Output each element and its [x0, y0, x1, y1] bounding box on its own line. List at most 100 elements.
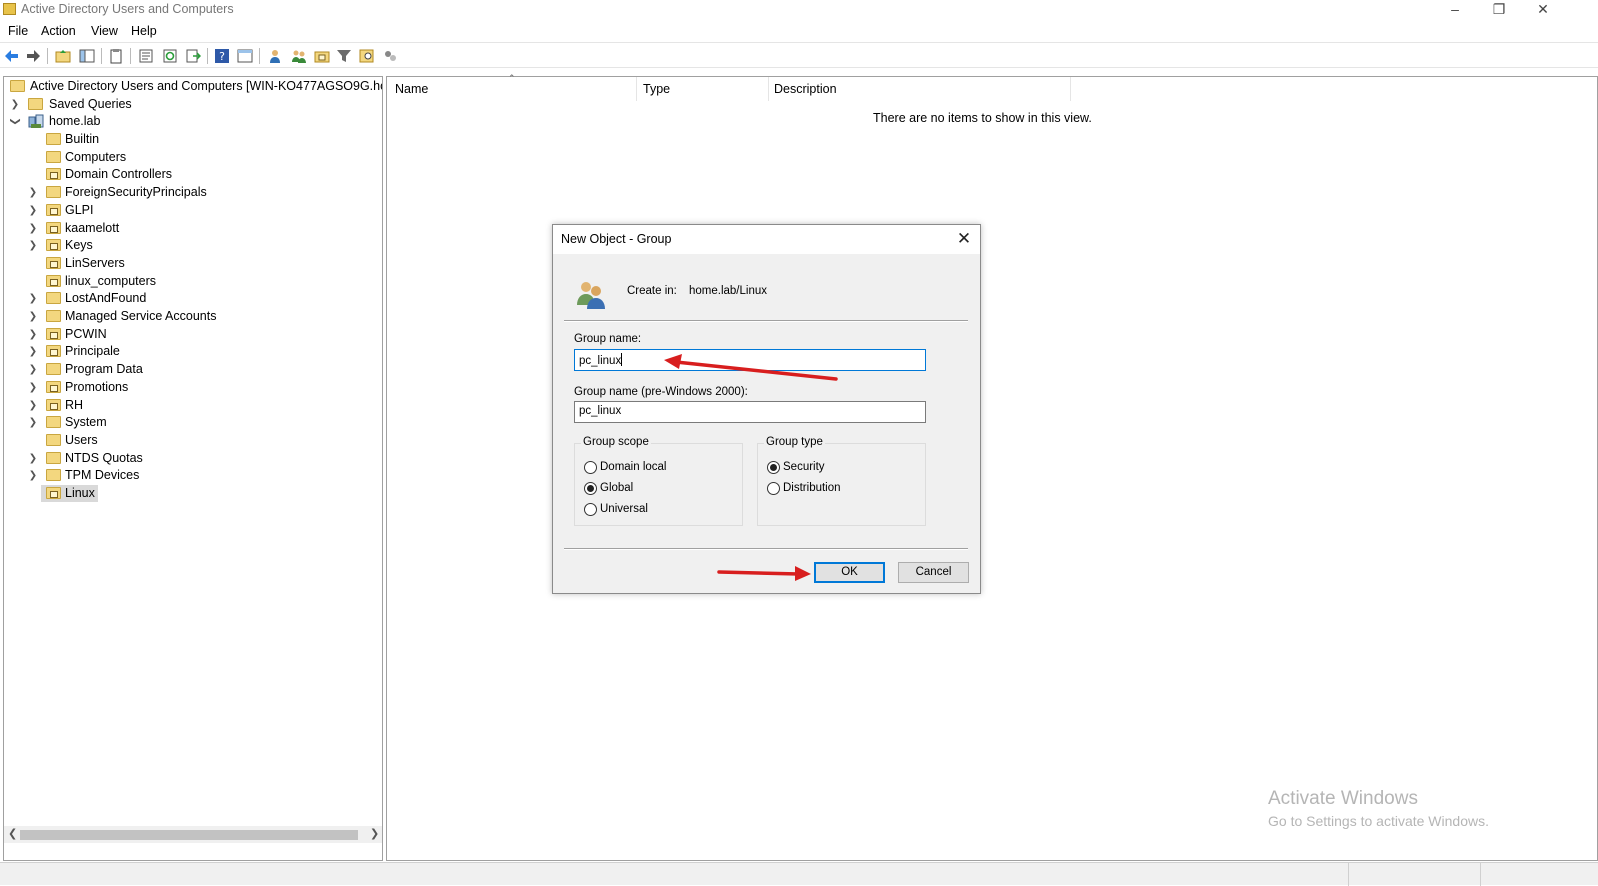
expand-chevron-icon[interactable]: ❯	[28, 220, 38, 237]
column-header-description[interactable]: Description	[774, 82, 837, 96]
tree-item-label: home.lab	[49, 114, 101, 128]
security-label[interactable]: Security	[783, 461, 825, 473]
find-icon[interactable]	[359, 48, 375, 64]
delegate-icon[interactable]	[382, 48, 398, 64]
expand-chevron-icon[interactable]: ❯	[28, 379, 38, 396]
restore-button[interactable]: ❐	[1476, 0, 1522, 20]
radio-domain-local[interactable]	[584, 461, 597, 474]
help-icon[interactable]: ?	[214, 48, 230, 64]
tree-root-label: Active Directory Users and Computers [WI…	[30, 79, 383, 93]
new-user-icon[interactable]	[267, 48, 283, 64]
show-hide-tree-icon[interactable]	[79, 48, 95, 64]
properties-icon[interactable]	[138, 48, 154, 64]
tree-item-label: TPM Devices	[65, 468, 140, 483]
distribution-label[interactable]: Distribution	[783, 482, 841, 494]
expand-chevron-icon[interactable]: ❯	[28, 343, 38, 360]
ou-folder-icon	[46, 256, 61, 269]
expand-chevron-icon[interactable]: ❯	[28, 326, 38, 343]
group-type-title: Group type	[764, 436, 825, 448]
tree-item-label: RH	[65, 397, 84, 412]
global-label[interactable]: Global	[600, 482, 633, 494]
ou-folder-icon	[46, 327, 61, 340]
tree-item-label: Domain Controllers	[65, 167, 172, 182]
tree-item-label: linux_computers	[65, 273, 157, 288]
tree-item-label: Keys	[65, 238, 93, 253]
tree-item-label: Linux	[65, 486, 95, 500]
new-group-dialog: New Object - Group ✕ Create in: home.lab…	[552, 224, 981, 594]
expand-chevron-icon[interactable]: ❯	[28, 397, 38, 414]
expand-chevron-icon[interactable]: ❯	[28, 202, 38, 219]
group-name-pre2000-input[interactable]: pc_linux	[574, 401, 926, 423]
menu-help[interactable]: Help	[131, 24, 157, 38]
radio-security[interactable]	[767, 461, 780, 474]
tree-item-label: ForeignSecurityPrincipals	[65, 185, 207, 200]
new-ou-icon[interactable]	[314, 48, 330, 64]
scroll-right-icon[interactable]: ❯	[370, 827, 379, 840]
annotation-arrow-group-name	[664, 354, 838, 381]
dialog-close-icon[interactable]: ✕	[954, 229, 974, 249]
ok-button[interactable]: OK	[814, 562, 885, 583]
column-header-type[interactable]: Type	[643, 82, 670, 96]
tree-item-label: LinServers	[65, 255, 125, 270]
clipboard-icon[interactable]	[108, 48, 124, 64]
sort-ascending-icon: ⌃	[508, 73, 516, 83]
minimize-button[interactable]: –	[1432, 0, 1478, 20]
filter-icon[interactable]	[336, 48, 352, 64]
tree-horizontal-scrollbar[interactable]: ❮ ❯	[4, 826, 382, 843]
radio-global[interactable]	[584, 482, 597, 495]
domain-icon	[28, 114, 44, 128]
tree-item-label: Principale	[65, 344, 120, 359]
tree-item-label: System	[65, 415, 107, 430]
universal-label[interactable]: Universal	[600, 503, 648, 515]
column-header-name[interactable]: Name	[395, 82, 428, 96]
cancel-button[interactable]: Cancel	[898, 562, 969, 583]
expand-chevron-icon[interactable]: ❯	[28, 237, 38, 254]
dialog-title: New Object - Group	[561, 232, 672, 246]
folder-icon	[46, 469, 61, 482]
domain-local-label[interactable]: Domain local	[600, 461, 666, 473]
radio-universal[interactable]	[584, 503, 597, 516]
activation-watermark-subtitle: Go to Settings to activate Windows.	[1268, 813, 1489, 829]
tree-item-label: PCWIN	[65, 326, 107, 341]
new-group-icon[interactable]	[291, 48, 307, 64]
menu-action[interactable]: Action	[41, 24, 76, 38]
expand-chevron-icon[interactable]: ❯	[28, 450, 38, 467]
group-name-label: Group name:	[574, 333, 642, 345]
annotation-arrow-ok	[717, 566, 811, 581]
tree-item-label: Managed Service Accounts	[65, 309, 217, 323]
ou-folder-icon	[46, 345, 61, 358]
details-view-icon[interactable]	[237, 48, 253, 64]
forward-arrow-icon[interactable]	[25, 48, 41, 64]
menu-view[interactable]: View	[91, 24, 118, 38]
group-icon	[577, 282, 605, 309]
collapse-chevron-icon[interactable]: ❯	[7, 117, 24, 127]
expand-chevron-icon[interactable]: ❯	[28, 308, 38, 325]
export-list-icon[interactable]	[185, 48, 201, 64]
close-window-button[interactable]: ✕	[1520, 0, 1566, 20]
refresh-icon[interactable]	[162, 48, 178, 64]
group-scope-title: Group scope	[581, 436, 651, 448]
expand-chevron-icon[interactable]: ❯	[28, 290, 38, 307]
back-arrow-icon[interactable]	[4, 48, 20, 64]
toolbar: ?	[0, 42, 1598, 68]
tree-item-label: Users	[65, 432, 98, 447]
app-icon	[3, 3, 16, 15]
ou-folder-icon	[46, 239, 61, 252]
folder-icon	[28, 98, 43, 110]
scrollbar-thumb[interactable]	[20, 830, 358, 840]
folder-icon	[46, 416, 61, 429]
console-tree[interactable]: Active Directory Users and Computers [WI…	[3, 76, 383, 861]
ou-folder-icon	[46, 398, 61, 411]
radio-distribution[interactable]	[767, 482, 780, 495]
expand-chevron-icon[interactable]: ❯	[10, 96, 20, 113]
folder-icon	[46, 150, 61, 163]
status-bar	[0, 862, 1598, 886]
expand-chevron-icon[interactable]: ❯	[28, 361, 38, 378]
expand-chevron-icon[interactable]: ❯	[28, 184, 38, 201]
up-folder-icon[interactable]	[55, 48, 71, 64]
expand-chevron-icon[interactable]: ❯	[28, 414, 38, 431]
menu-file[interactable]: File	[8, 24, 28, 38]
svg-text:?: ?	[219, 50, 225, 63]
expand-chevron-icon[interactable]: ❯	[28, 467, 38, 484]
scroll-left-icon[interactable]: ❮	[8, 827, 17, 840]
